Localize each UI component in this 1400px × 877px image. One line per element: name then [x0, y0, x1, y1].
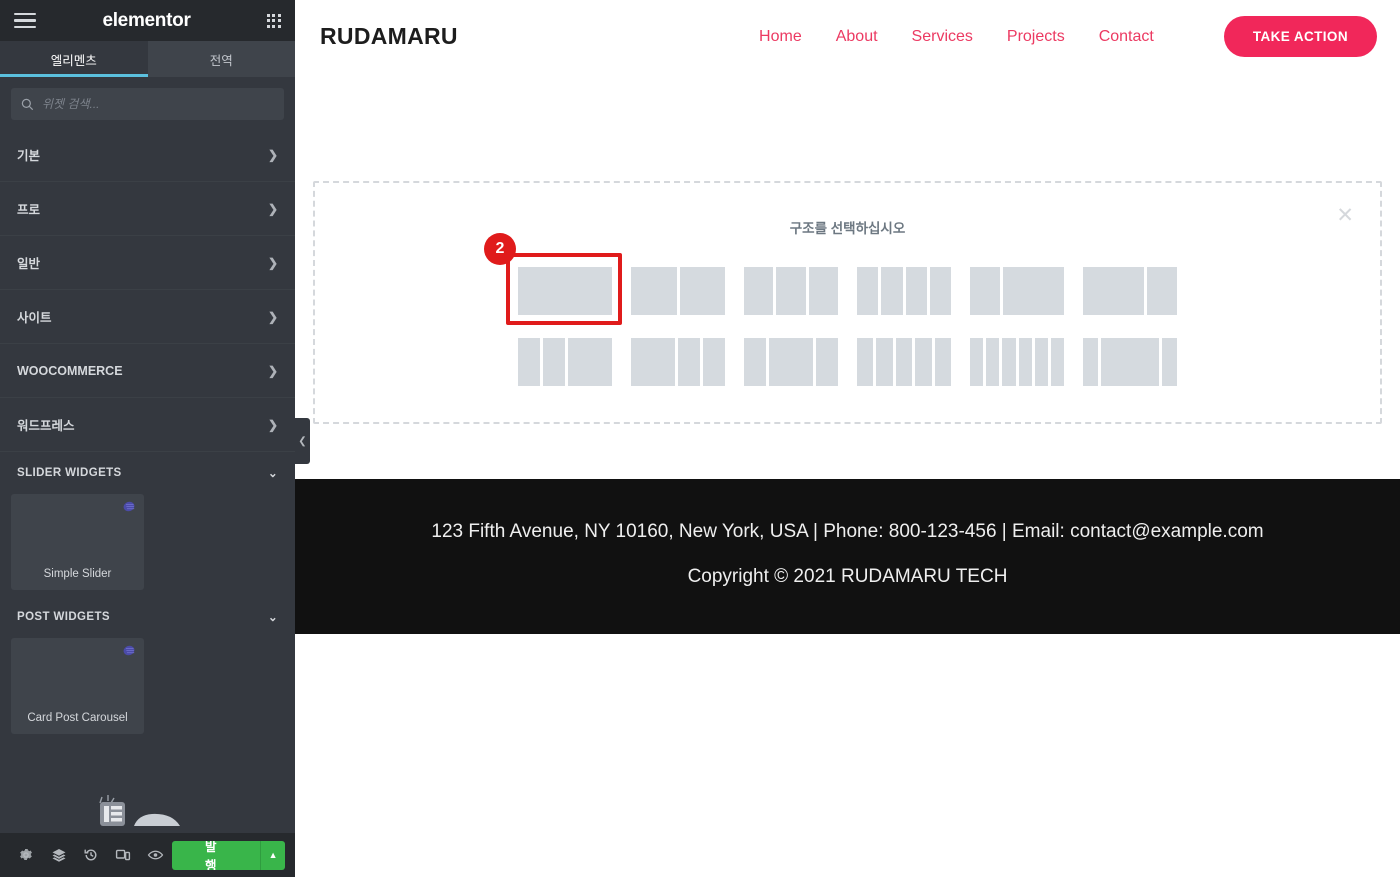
section-post-widgets-label: POST WIDGETS [17, 611, 110, 623]
chevron-right-icon: ❯ [267, 147, 278, 162]
navigator-layers-icon[interactable] [42, 833, 74, 877]
panel-footer-toolbar: 발행 ▲ [0, 833, 295, 877]
pro-badge-icon [122, 644, 137, 662]
chevron-down-icon: ⌄ [267, 612, 278, 624]
search-icon [21, 98, 34, 110]
structure-preset-5-columns[interactable] [857, 338, 952, 386]
settings-icon[interactable] [10, 833, 42, 877]
widget-card-post-carousel[interactable]: Card Post Carousel [11, 638, 144, 734]
widget-category-list: 기본 ❯ 프로 ❯ 일반 ❯ 사이트 ❯ WOOCOMMERCE ❯ 워드프레스… [0, 128, 295, 452]
slider-widgets-grid: Simple Slider [0, 494, 295, 596]
category-pro[interactable]: 프로 ❯ [0, 182, 295, 236]
chevron-right-icon: ❯ [267, 201, 278, 216]
preset-1-wrapper: 2 [484, 233, 622, 325]
tab-elements-label: 엘리멘츠 [50, 53, 97, 68]
category-general[interactable]: 일반 ❯ [0, 236, 295, 290]
category-site[interactable]: 사이트 ❯ [0, 290, 295, 344]
panel-promo-illustration [99, 795, 180, 826]
structure-title: 구조를 선택하십시오 [789, 221, 906, 236]
structure-preset-row-2 [518, 338, 1177, 386]
category-site-label: 사이트 [17, 311, 52, 325]
panel-tabs: 엘리멘츠 전역 [0, 41, 295, 77]
nav-item-projects[interactable]: Projects [1007, 28, 1065, 46]
chevron-down-icon: ⌄ [267, 468, 278, 480]
category-woocommerce[interactable]: WOOCOMMERCE ❯ [0, 344, 295, 398]
structure-preset-3-columns[interactable] [744, 267, 838, 315]
annotation-badge-2: 2 [484, 233, 516, 265]
elementor-logo: elementor [102, 9, 191, 31]
publish-button-group: 발행 ▲ [172, 840, 285, 870]
structure-preset-33-67[interactable] [970, 267, 1064, 315]
site-logo: RUDAMARU [320, 23, 458, 49]
category-general-label: 일반 [17, 257, 41, 271]
site-nav: Home About Services Projects Contact TAK… [759, 16, 1377, 57]
category-pro-label: 프로 [17, 203, 41, 217]
preview-eye-icon[interactable] [140, 833, 172, 877]
structure-preset-67-33[interactable] [1083, 267, 1177, 315]
widget-simple-slider[interactable]: Simple Slider [11, 494, 144, 590]
publish-options-caret-up-icon[interactable]: ▲ [260, 840, 285, 870]
publish-button[interactable]: 발행 [172, 840, 261, 870]
add-new-section-panel: ✕ 구조를 선택하십시오 2 [313, 181, 1382, 424]
search-container [0, 77, 295, 128]
chevron-right-icon: ❯ [267, 363, 278, 378]
widget-simple-slider-label: Simple Slider [43, 568, 112, 580]
section-slider-widgets[interactable]: SLIDER WIDGETS ⌄ [0, 452, 295, 494]
elementor-panel: elementor 엘리멘츠 전역 기본 ❯ 프로 ❯ [0, 0, 310, 877]
structure-preset-4-columns[interactable] [857, 267, 951, 315]
structure-preset-25-25-50[interactable] [518, 338, 612, 386]
close-x-icon[interactable]: ✕ [1336, 205, 1354, 226]
nav-item-contact[interactable]: Contact [1099, 28, 1154, 46]
take-action-button[interactable]: TAKE ACTION [1223, 16, 1377, 57]
structure-preset-6-columns[interactable] [970, 338, 1065, 386]
panel-spacer [0, 740, 295, 833]
search-input[interactable] [42, 97, 274, 111]
post-widgets-grid: Card Post Carousel [0, 638, 295, 740]
tab-global[interactable]: 전역 [147, 41, 295, 77]
site-footer: 123 Fifth Avenue, NY 10160, New York, US… [295, 479, 1400, 634]
chevron-right-icon: ❯ [267, 309, 278, 324]
nav-item-about[interactable]: About [836, 28, 878, 46]
category-basic-label: 기본 [17, 149, 41, 163]
hamburger-icon[interactable] [14, 12, 36, 29]
responsive-mode-icon[interactable] [107, 833, 139, 877]
widget-card-post-carousel-label: Card Post Carousel [27, 712, 128, 724]
panel-header: elementor [0, 0, 295, 41]
category-basic[interactable]: 기본 ❯ [0, 128, 295, 182]
tab-elements[interactable]: 엘리멘츠 [0, 41, 148, 77]
chevron-right-icon: ❯ [267, 417, 278, 432]
structure-preset-25-50-25[interactable] [744, 338, 838, 386]
history-icon[interactable] [75, 833, 107, 877]
site-preview: RUDAMARU Home About Services Projects Co… [295, 0, 1400, 877]
category-wordpress-label: 워드프레스 [17, 419, 75, 433]
structure-preset-1-column[interactable] [518, 267, 612, 315]
category-woocommerce-label: WOOCOMMERCE [17, 363, 123, 378]
structure-preset-row-1: 2 [484, 233, 1177, 325]
nav-item-services[interactable]: Services [912, 28, 973, 46]
footer-contact-line: 123 Fifth Avenue, NY 10160, New York, US… [431, 521, 1264, 542]
structure-preset-17-66-17[interactable] [1083, 338, 1177, 386]
publish-button-label: 발행 [205, 840, 217, 870]
structure-preset-50-25-25[interactable] [631, 338, 725, 386]
chevron-right-icon: ❯ [267, 255, 278, 270]
footer-copyright-line: Copyright © 2021 RUDAMARU TECH [687, 566, 1008, 587]
nav-item-home[interactable]: Home [759, 28, 802, 46]
search-box[interactable] [11, 88, 284, 120]
section-post-widgets[interactable]: POST WIDGETS ⌄ [0, 596, 295, 638]
pro-badge-icon [122, 500, 137, 518]
section-slider-widgets-label: SLIDER WIDGETS [17, 467, 122, 479]
structure-preset-grid: 2 [315, 233, 1380, 386]
structure-preset-2-columns[interactable] [631, 267, 725, 315]
panel-collapse-handle[interactable]: ❮ [295, 418, 310, 464]
grid-apps-icon[interactable] [266, 13, 281, 28]
category-wordpress[interactable]: 워드프레스 ❯ [0, 398, 295, 452]
tab-global-label: 전역 [209, 53, 233, 68]
editor-canvas: ✕ 구조를 선택하십시오 2 [295, 73, 1400, 424]
site-header: RUDAMARU Home About Services Projects Co… [295, 0, 1400, 73]
